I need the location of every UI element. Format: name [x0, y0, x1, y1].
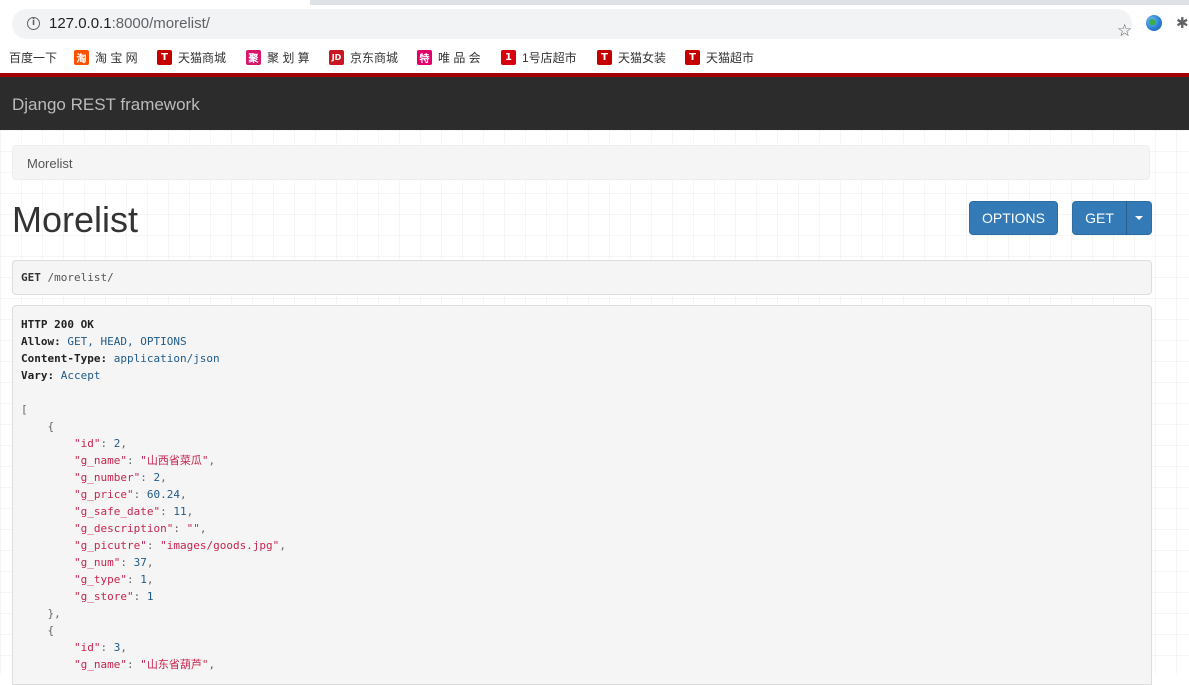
caret-down-icon [1135, 216, 1143, 220]
json-value: 60.24 [146, 488, 180, 501]
json-line-g-description: "g_description": "", [73, 522, 207, 535]
tmall-icon: T [157, 49, 172, 65]
json-line-id: "id": 3, [73, 641, 127, 654]
response-status: HTTP 200 OK [21, 318, 94, 331]
json-value: "" [186, 522, 200, 535]
json-line-g-store: "g_store": 1 [73, 590, 154, 603]
options-button[interactable]: OPTIONS [969, 201, 1058, 235]
bookmark-label: 唯 品 会 [438, 50, 481, 65]
jd-icon: JD [329, 49, 344, 65]
bookmark-vip[interactable]: 特 唯 品 会 [417, 48, 481, 66]
url-text[interactable]: 127.0.0.1:8000/morelist/ [49, 14, 210, 34]
json-line-g-picutre: "g_picutre": "images/goods.jpg", [73, 539, 286, 552]
json-line-g-price: "g_price": 60.24, [73, 488, 187, 501]
bookmark-yhd[interactable]: 1 1号店超市 [501, 48, 577, 66]
breadcrumb-current: Morelist [27, 156, 73, 171]
json-line-id: "id": 2, [73, 437, 127, 450]
bookmark-taobao[interactable]: 淘 淘 宝 网 [74, 48, 138, 66]
json-value: "山东省葫芦" [140, 658, 209, 671]
juhuasuan-icon: 聚 [246, 49, 261, 65]
bookmark-label: 京东商城 [350, 50, 399, 65]
vip-icon: 特 [417, 49, 432, 65]
page-title: Morelist [12, 199, 139, 240]
header-name: Content-Type: [21, 352, 108, 365]
extensions-puzzle-icon[interactable]: ✱ [1176, 14, 1189, 32]
navbar-brand[interactable]: Django REST framework [12, 95, 200, 115]
url-path: :8000/morelist/ [111, 15, 210, 32]
bookmark-tmall-supermarket[interactable]: T 天猫超市 [685, 48, 754, 66]
header-value: application/json [113, 352, 220, 365]
bookmark-label: 淘 宝 网 [95, 50, 138, 65]
json-value: 1 [146, 590, 154, 603]
json-line-g-name: "g_name": "山东省葫芦", [73, 658, 216, 671]
bookmark-label: 天猫超市 [706, 50, 755, 65]
bookmark-label: 天猫商城 [178, 50, 227, 65]
json-line-g-num: "g_num": 37, [73, 556, 154, 569]
address-bar[interactable]: i 127.0.0.1:8000/morelist/ ☆ [12, 9, 1132, 41]
bookmark-star-icon[interactable]: ☆ [1117, 21, 1132, 41]
json-value: 11 [173, 505, 187, 518]
json-value: "images/goods.jpg" [160, 539, 280, 552]
bookmark-tmall-women[interactable]: T 天猫女装 [597, 48, 666, 66]
json-line-g-number: "g_number": 2, [73, 471, 167, 484]
tmall-icon: T [597, 49, 612, 65]
request-method: GET [21, 271, 41, 284]
request-path: /morelist/ [47, 271, 114, 284]
header-value: GET, HEAD, OPTIONS [67, 335, 187, 348]
tmall-icon: T [685, 49, 700, 65]
request-info: GET /morelist/ [12, 260, 1152, 295]
bookmark-label: 1号店超市 [522, 50, 577, 65]
breadcrumb: Morelist [12, 145, 1150, 180]
taobao-icon: 淘 [74, 49, 89, 65]
bookmark-label: 天猫女装 [618, 50, 667, 65]
bookmark-label: 百度一下 [9, 50, 58, 65]
info-icon[interactable]: i [27, 17, 40, 30]
get-button[interactable]: GET [1072, 201, 1127, 235]
bookmark-juhuasuan[interactable]: 聚 聚 划 算 [246, 48, 310, 66]
bookmark-baidu[interactable]: 百度一下 [9, 48, 57, 66]
tab-strip-edge [310, 0, 1189, 5]
json-value: 1 [140, 573, 147, 586]
main-content: Morelist Morelist OPTIONS GET GET /morel… [0, 130, 1189, 685]
globe-extension-icon[interactable] [1146, 15, 1162, 31]
json-value: 37 [133, 556, 147, 569]
json-line-g-name: "g_name": "山西省菜瓜", [73, 454, 216, 467]
bookmarks-bar: 百度一下 淘 淘 宝 网 T 天猫商城 聚 聚 划 算 JD 京东商城 特 唯 … [0, 44, 1189, 70]
bookmark-tmall[interactable]: T 天猫商城 [157, 48, 226, 66]
json-line-g-safe-date: "g_safe_date": 11, [73, 505, 194, 518]
header-value: Accept [60, 369, 101, 382]
bookmark-label: 聚 划 算 [267, 50, 310, 65]
yhd-icon: 1 [501, 49, 516, 65]
json-line-g-type: "g_type": 1, [73, 573, 154, 586]
header-name: Vary: [21, 369, 55, 382]
navbar: Django REST framework [0, 77, 1189, 130]
header-name: Allow: [21, 335, 61, 348]
response-info: HTTP 200 OK Allow: GET, HEAD, OPTIONS Co… [12, 305, 1152, 685]
json-value: "山西省菜瓜" [140, 454, 209, 467]
get-format-dropdown-button[interactable] [1126, 201, 1152, 235]
bookmark-jd[interactable]: JD 京东商城 [329, 48, 398, 66]
browser-toolbar: i 127.0.0.1:8000/morelist/ ☆ ✱ [0, 0, 1189, 44]
url-host: 127.0.0.1 [49, 15, 112, 32]
